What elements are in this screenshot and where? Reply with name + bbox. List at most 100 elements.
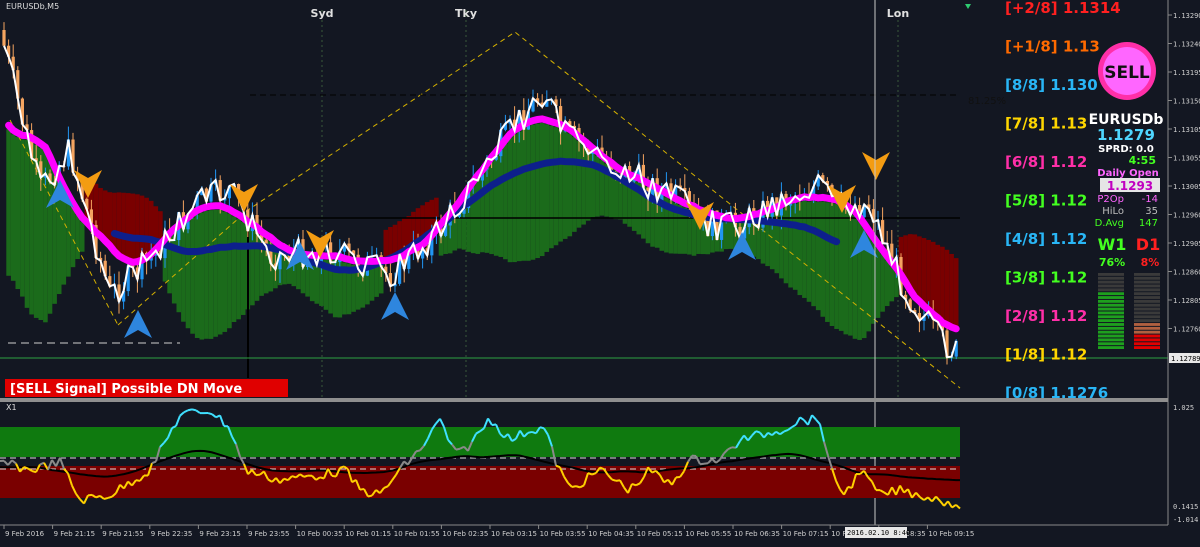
cloud-bar (554, 127, 559, 245)
cloud-bar (71, 207, 76, 267)
price-tick-label: 1.13055 (1173, 155, 1200, 163)
strength-segment (1134, 312, 1160, 315)
strength-segment (1098, 292, 1124, 295)
osc-segment (756, 431, 760, 432)
strength-segment (1134, 285, 1160, 288)
trading-chart-window[interactable]: Syd Tky Lon 81.25% EURUSDb,M5 [SELL Sign… (0, 0, 1200, 543)
panel-timer: 4:55 (1129, 154, 1156, 167)
cloud-bar (29, 142, 34, 315)
osc-segment (592, 473, 596, 474)
strength-segment (1134, 281, 1160, 284)
candle-body (2, 30, 5, 46)
cloud-bar (20, 139, 25, 296)
strength-segment (1134, 296, 1160, 299)
osc-segment (540, 427, 544, 428)
osc-segment (956, 505, 960, 509)
cloud-bar (545, 124, 550, 252)
osc-segment (556, 466, 560, 467)
cloud-bar (848, 212, 853, 335)
cloud-bar (103, 190, 108, 240)
osc-segment (528, 432, 532, 433)
stat-value-p2op: -14 (1142, 194, 1158, 205)
cloud-bar (839, 207, 844, 331)
cloud-bar (213, 210, 218, 337)
price-tick-label: 1.12905 (1173, 240, 1200, 248)
cloud-bar (126, 193, 131, 261)
cloud-bar (241, 222, 246, 315)
osc-segment (212, 414, 216, 417)
current-price-value: 1.12789 (1171, 355, 1200, 363)
cloud-bar (807, 202, 812, 302)
cloud-bar (517, 132, 522, 262)
strength-segment (1098, 281, 1124, 284)
strength-segment (1134, 342, 1160, 345)
cloud-bar (200, 212, 205, 339)
cloud-bar (802, 201, 807, 298)
cloud-bar (112, 193, 117, 252)
strength-segment (1098, 319, 1124, 322)
cloud-bar (577, 141, 582, 228)
cloud-bar (512, 134, 517, 262)
cloud-bar (186, 222, 191, 329)
fib-level-label: 81.25% (968, 96, 1006, 107)
osc-segment (576, 486, 580, 487)
cloud-bar (204, 211, 209, 339)
osc-segment (948, 501, 952, 507)
cloud-bar (535, 124, 540, 259)
cloud-bar (190, 218, 195, 334)
cloud-bar (25, 140, 30, 308)
price-tick-label: 1.13290 (1173, 12, 1200, 20)
murrey-level-9: [1/8] 1.12 (1005, 346, 1087, 364)
osc-segment (192, 409, 196, 410)
osc-segment (440, 419, 444, 427)
daily-open-value: 1.1293 (1107, 179, 1153, 193)
price-tick-label: 1.12760 (1173, 326, 1200, 334)
stat-label-davg: D.Avg (1095, 218, 1124, 229)
osc-segment (8, 460, 12, 465)
osc-segment (56, 458, 60, 467)
cursor-time-value: 2016.02.10 8:40 (847, 529, 910, 537)
stat-label-hilo: HiLo (1102, 206, 1124, 217)
strength-segment (1098, 342, 1124, 345)
strength-segment (1098, 273, 1124, 276)
cloud-bar (75, 215, 80, 259)
sell-signal-text: [SELL Signal] Possible DN Move (10, 382, 242, 397)
osc-segment (800, 417, 804, 420)
osc-axis-label-0: 1.025 (1173, 404, 1194, 412)
chart-canvas[interactable]: Syd Tky Lon 81.25% EURUSDb,M5 [SELL Sign… (0, 0, 1200, 543)
osc-segment (792, 425, 796, 427)
time-tick-label: 10 Feb 07:15 (783, 530, 829, 538)
price-tick-label: 1.12860 (1173, 269, 1200, 277)
cloud-bar (834, 204, 839, 329)
murrey-level-1: [+1/8] 1.13 (1005, 38, 1100, 56)
osc-segment (256, 475, 260, 476)
cloud-bar (949, 254, 954, 327)
strength-segment (1098, 296, 1124, 299)
cloud-bar (922, 238, 927, 306)
sell-button-label[interactable]: SELL (1104, 63, 1150, 83)
cloud-bar (526, 126, 531, 261)
time-tick-label: 10 Feb 01:15 (345, 530, 391, 538)
osc-axis-label-2: -1.014 (1173, 516, 1198, 524)
cloud-bar (232, 216, 237, 322)
cloud-bar (209, 210, 214, 339)
osc-segment (196, 410, 200, 413)
osc-segment (952, 505, 956, 508)
strength-segment (1134, 323, 1160, 326)
cloud-bar (62, 191, 67, 285)
daily-open-label: Daily Open (1097, 168, 1158, 179)
osc-segment (220, 415, 224, 426)
osc-segment (340, 466, 344, 467)
murrey-level-5: [5/8] 1.12 (1005, 192, 1087, 210)
time-tick-label: 9 Feb 23:55 (248, 530, 289, 538)
time-tick-label: 10 Feb 03:55 (540, 530, 586, 538)
strength-segment (1134, 304, 1160, 307)
osc-segment (632, 484, 636, 485)
cloud-bar (954, 258, 959, 329)
panel-separator[interactable] (0, 398, 1168, 402)
osc-segment (456, 449, 460, 450)
time-tick-label: 10 Feb 06:35 (734, 530, 780, 538)
strength-segment (1098, 285, 1124, 288)
oscillator-panel[interactable]: X1 1.0250.1415-1.014 (0, 403, 1198, 524)
timeframe-d1-label: D1 (1136, 235, 1160, 254)
